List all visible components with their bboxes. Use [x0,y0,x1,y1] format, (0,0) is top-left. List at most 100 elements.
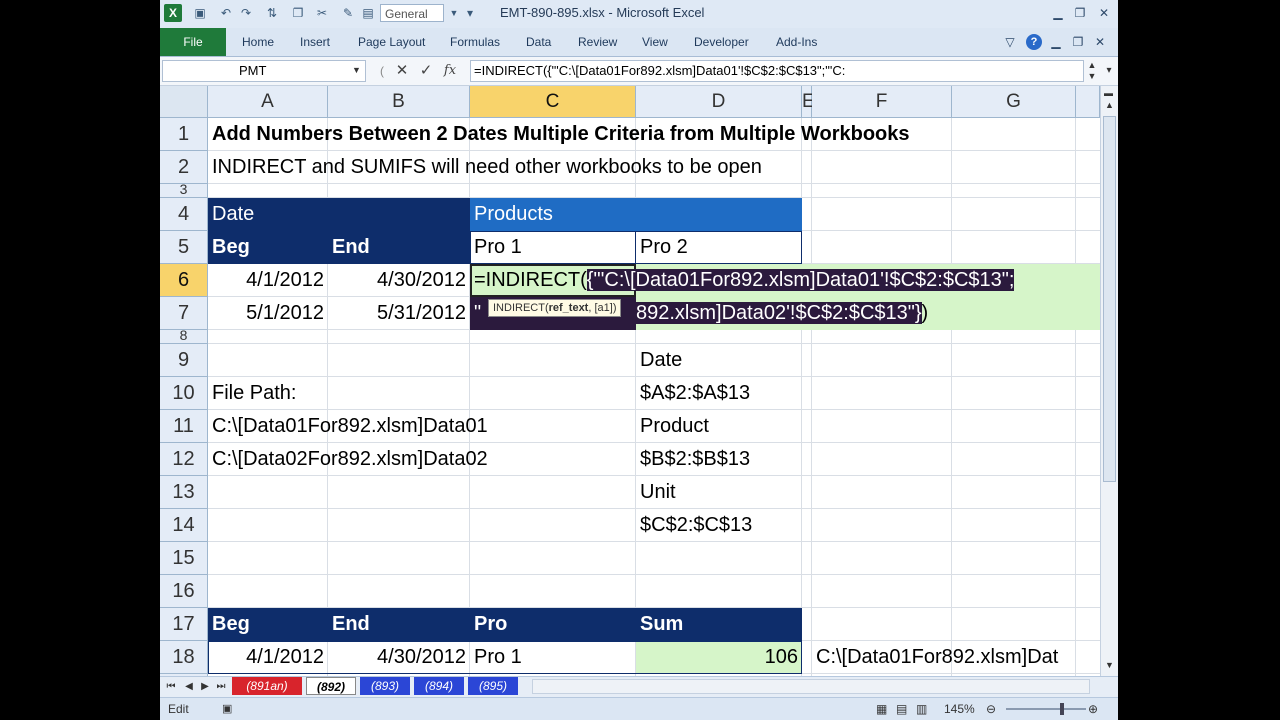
vertical-scrollbar[interactable]: ▬ ▲ ▼ [1100,86,1118,676]
cell-a10[interactable]: File Path: [208,377,300,410]
tab-review[interactable]: Review [578,28,617,56]
page-layout-view-icon[interactable]: ▤ [896,698,907,720]
column-header-a[interactable]: A [208,86,328,118]
cell-a18[interactable]: 4/1/2012 [208,641,328,674]
sheet-tab-893[interactable]: (893) [360,677,410,695]
row-header-6[interactable]: 6 [160,264,208,297]
normal-view-icon[interactable]: ▦ [876,698,887,720]
tab-insert[interactable]: Insert [300,28,330,56]
function-tooltip[interactable]: INDIRECT(ref_text, [a1]) [488,299,622,317]
row-header-10[interactable]: 10 [160,377,208,410]
workbook-close-icon[interactable]: ✕ [1092,34,1108,50]
help-icon[interactable]: ? [1026,34,1042,50]
tab-home[interactable]: Home [242,28,274,56]
cell-d11[interactable]: Product [636,410,713,443]
first-sheet-icon[interactable]: ⏮ [164,678,178,696]
vertical-scroll-thumb[interactable] [1103,116,1116,482]
zoom-out-icon[interactable]: ⊖ [986,698,996,720]
cell-d18[interactable]: 106 [636,641,802,674]
row-header-17[interactable]: 17 [160,608,208,641]
workbook-minimize-icon[interactable]: ▁ [1048,34,1064,50]
cell-a4[interactable]: Date [208,198,258,231]
row-header-8[interactable]: 8 [160,328,208,344]
cell-d5[interactable]: Pro 2 [636,231,692,264]
dropdown-arrow-icon[interactable]: ▼ [446,5,462,21]
formula-input[interactable]: =INDIRECT({"'C:\[Data01For892.xlsm]Data0… [470,60,1084,82]
tab-data[interactable]: Data [526,28,551,56]
tab-formulas[interactable]: Formulas [450,28,500,56]
number-format-dropdown[interactable]: General [380,4,444,22]
cell-a2[interactable]: INDIRECT and SUMIFS will need other work… [208,151,766,184]
row-header-12[interactable]: 12 [160,443,208,476]
close-icon[interactable]: ✕ [1094,4,1114,22]
edit-selection-line1[interactable]: {"'C:\[Data01For892.xlsm]Data01'!$C$2:$C… [586,269,1015,291]
cell-c4[interactable]: Products [470,198,557,231]
folder-icon[interactable]: ▤ [360,5,376,21]
sheet-tab-891an[interactable]: (891an) [232,677,302,695]
column-header-g[interactable]: G [952,86,1076,118]
expand-formula-bar-icon[interactable]: ▾ [1102,60,1116,82]
copy-icon[interactable]: ❐ [290,5,306,21]
last-sheet-icon[interactable]: ⏭ [214,678,228,696]
cell-c17[interactable]: Pro [470,608,511,641]
formula-scroll-icon[interactable]: ▲ ▼ [1084,60,1100,82]
cell-b5[interactable]: End [328,231,374,264]
cell-b6[interactable]: 4/30/2012 [328,264,470,297]
cell-a17[interactable]: Beg [208,608,254,641]
cell-d14[interactable]: $C$2:$C$13 [636,509,756,542]
horizontal-scrollbar[interactable] [532,679,1090,694]
zoom-in-icon[interactable]: ⊕ [1088,698,1098,720]
cell-a6[interactable]: 4/1/2012 [208,264,328,297]
restore-icon[interactable]: ❐ [1070,4,1090,22]
cell-a7[interactable]: 5/1/2012 [208,297,328,330]
cell-c5[interactable]: Pro 1 [470,231,526,264]
sheet-tab-892[interactable]: (892) [306,677,356,695]
cell-d17[interactable]: Sum [636,608,687,641]
column-header-c[interactable]: C [470,86,636,118]
cell-a12[interactable]: C:\[Data02For892.xlsm]Data02 [208,443,492,476]
edit-selection-line2[interactable]: 892.xlsm]Data02'!$C$2:$C$13"} [636,302,922,324]
row-header-4[interactable]: 4 [160,198,208,231]
row-header-7[interactable]: 7 [160,297,208,330]
insert-function-icon[interactable]: fx [440,62,460,80]
row-header-18[interactable]: 18 [160,641,208,674]
row-header-11[interactable]: 11 [160,410,208,443]
cell-b17[interactable]: End [328,608,374,641]
page-break-view-icon[interactable]: ▥ [916,698,927,720]
column-header-h[interactable] [1076,86,1100,118]
cell-f18[interactable]: C:\[Data01For892.xlsm]Dat [812,641,1100,674]
tab-file[interactable]: File [160,28,226,56]
row-header-5[interactable]: 5 [160,231,208,264]
excel-logo-icon[interactable]: X [164,4,182,22]
column-header-e[interactable]: E [802,86,815,118]
next-sheet-icon[interactable]: ▶ [198,678,212,696]
tab-view[interactable]: View [642,28,668,56]
minimize-icon[interactable]: ▁ [1048,4,1068,22]
workbook-restore-icon[interactable]: ❐ [1070,34,1086,50]
cell-b18[interactable]: 4/30/2012 [328,641,470,674]
cell-d9[interactable]: Date [636,344,686,377]
cell-a11[interactable]: C:\[Data01For892.xlsm]Data01 [208,410,492,443]
row-header-14[interactable]: 14 [160,509,208,542]
sheet-tab-894[interactable]: (894) [414,677,464,695]
redo-icon[interactable]: ↷ [238,5,254,21]
paste-icon[interactable]: ✂ [314,5,330,21]
row-header-1[interactable]: 1 [160,118,208,151]
customize-qat-icon[interactable]: ▾ [462,5,478,21]
zoom-slider[interactable] [1006,708,1086,710]
zoom-level[interactable]: 145% [944,698,975,720]
prev-sheet-icon[interactable]: ◀ [182,678,196,696]
zoom-slider-thumb[interactable] [1060,703,1064,715]
row-header-15[interactable]: 15 [160,542,208,575]
cell-b7[interactable]: 5/31/2012 [328,297,470,330]
tab-add-ins[interactable]: Add-Ins [776,28,817,56]
cell-d10[interactable]: $A$2:$A$13 [636,377,754,410]
select-all-corner[interactable] [160,86,208,118]
row-header-16[interactable]: 16 [160,575,208,608]
cell-a5[interactable]: Beg [208,231,254,264]
tab-page-layout[interactable]: Page Layout [358,28,425,56]
name-box[interactable]: PMT [162,60,366,82]
undo-icon[interactable]: ↶ [218,5,234,21]
row-header-13[interactable]: 13 [160,476,208,509]
cell-c18[interactable]: Pro 1 [470,641,526,674]
